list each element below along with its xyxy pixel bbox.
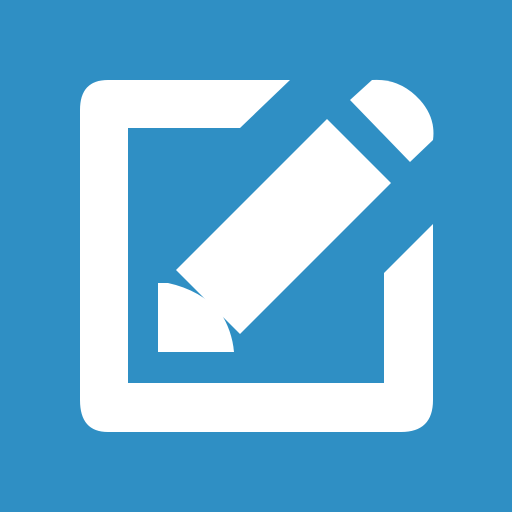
app-icon[interactable] (0, 0, 512, 512)
edit-note-icon (0, 0, 512, 512)
